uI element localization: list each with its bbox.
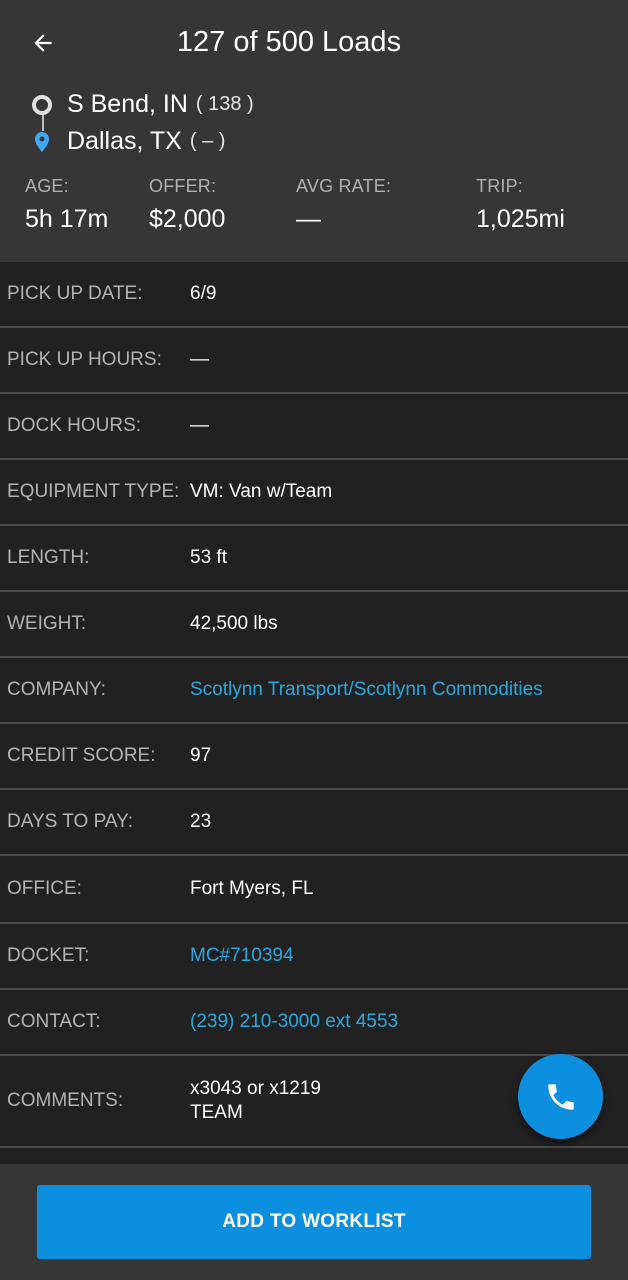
detail-value: 53 ft <box>190 547 227 568</box>
stat-label: AVG RATE: <box>296 176 392 196</box>
detail-label: COMMENTS: <box>7 1090 124 1111</box>
detail-row-credit-score: CREDIT SCORE: 97 <box>0 724 628 790</box>
stat-trip: TRIP: 1,025mi <box>476 176 565 234</box>
origin-city: S Bend, IN <box>67 90 188 118</box>
stat-label: AGE: <box>25 176 69 196</box>
detail-row-equipment-type: EQUIPMENT TYPE: VM: Van w/Team <box>0 460 628 526</box>
detail-value: 97 <box>190 745 212 766</box>
detail-row-dock-hours: DOCK HOURS: — <box>0 394 628 460</box>
detail-value: VM: Van w/Team <box>190 481 333 502</box>
detail-value: Fort Myers, FL <box>190 878 314 899</box>
phone-icon <box>547 1083 574 1110</box>
stat-avg-rate: AVG RATE: — <box>296 176 391 234</box>
call-button[interactable] <box>518 1054 603 1139</box>
detail-label: PICK UP DATE: <box>7 283 143 304</box>
detail-label: WEIGHT: <box>7 613 87 634</box>
detail-row-company: COMPANY: Scotlynn Transport/Scotlynn Com… <box>0 658 628 724</box>
contact-phone-link[interactable]: (239) 210-3000 ext 4553 <box>190 1010 398 1034</box>
detail-label: DAYS TO PAY: <box>7 811 134 832</box>
detail-label: EQUIPMENT TYPE: <box>7 481 180 502</box>
stat-age: AGE: 5h 17m <box>25 176 108 234</box>
detail-value: x3043 or x1219 TEAM <box>190 1078 321 1123</box>
detail-row-pickup-hours: PICK UP HOURS: — <box>0 328 628 394</box>
detail-label: CREDIT SCORE: <box>7 745 156 766</box>
stat-value: — <box>296 205 321 233</box>
detail-label: DOCKET: <box>7 945 90 966</box>
detail-value: — <box>190 349 209 370</box>
stat-value: $2,000 <box>149 205 226 233</box>
destination-count: ( – ) <box>189 130 226 152</box>
detail-label: COMPANY: <box>7 679 106 700</box>
origin-count: ( 138 ) <box>195 93 254 115</box>
detail-value: 42,500 lbs <box>190 613 278 634</box>
location-pin-icon <box>35 131 49 152</box>
detail-value: 6/9 <box>190 283 217 304</box>
detail-label: DOCK HOURS: <box>7 415 142 436</box>
detail-label: PICK UP HOURS: <box>7 349 162 370</box>
detail-value: 23 <box>190 811 212 832</box>
company-link[interactable]: Scotlynn Transport/Scotlynn Commodities <box>190 678 543 702</box>
stat-value: 1,025mi <box>476 205 565 233</box>
detail-row-pickup-date: PICK UP DATE: 6/9 <box>0 262 628 328</box>
origin-row: S Bend, IN ( 138 ) <box>30 90 254 119</box>
detail-value: — <box>190 415 209 436</box>
stat-offer: OFFER: $2,000 <box>149 176 225 234</box>
destination-row: Dallas, TX ( – ) <box>30 127 225 156</box>
stat-label: OFFER: <box>149 176 217 196</box>
add-to-worklist-button[interactable]: ADD TO WORKLIST <box>37 1185 591 1259</box>
detail-label: OFFICE: <box>7 878 82 899</box>
detail-label: CONTACT: <box>7 1011 101 1032</box>
detail-row-office: OFFICE: Fort Myers, FL <box>0 856 628 924</box>
destination-city: Dallas, TX <box>67 127 182 155</box>
detail-row-docket: DOCKET: MC#710394 <box>0 924 628 990</box>
page-title: 127 of 500 Loads <box>176 26 402 58</box>
stat-value: 5h 17m <box>25 205 109 233</box>
detail-row-length: LENGTH: 53 ft <box>0 526 628 592</box>
load-details-list: PICK UP DATE: 6/9 PICK UP HOURS: — DOCK … <box>0 262 628 1148</box>
detail-row-days-to-pay: DAYS TO PAY: 23 <box>0 790 628 856</box>
stat-label: TRIP: <box>476 176 524 196</box>
detail-row-contact: CONTACT: (239) 210-3000 ext 4553 <box>0 990 628 1056</box>
load-header: 127 of 500 Loads S Bend, IN ( 138 ) Dall… <box>0 0 628 262</box>
docket-link[interactable]: MC#710394 <box>190 944 294 968</box>
detail-row-weight: WEIGHT: 42,500 lbs <box>0 592 628 658</box>
detail-label: LENGTH: <box>7 547 90 568</box>
origin-circle-icon <box>32 94 52 115</box>
